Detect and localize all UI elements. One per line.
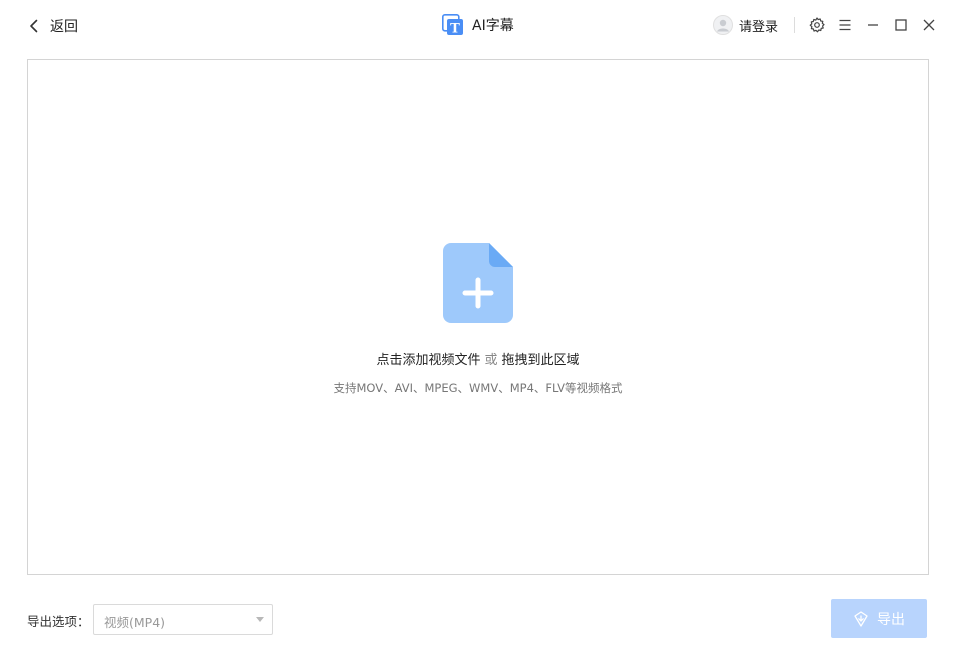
close-icon: [923, 19, 935, 31]
export-format-select[interactable]: 视频(MP4): [93, 604, 273, 635]
export-format-value: 视频(MP4): [104, 615, 166, 630]
settings-button[interactable]: [809, 17, 825, 33]
chevron-left-icon: [30, 19, 38, 33]
login-label: 请登录: [738, 19, 778, 35]
chevron-down-icon: [256, 617, 264, 622]
svg-text:T: T: [450, 22, 460, 37]
drop-hint: 点击添加视频文件或拖拽到此区域: [28, 349, 928, 368]
export-button[interactable]: 导出: [831, 599, 927, 638]
user-avatar-icon: [712, 15, 733, 35]
export-button-label: 导出: [877, 611, 905, 628]
close-button[interactable]: [921, 17, 937, 33]
window-controls: 请登录: [712, 12, 958, 38]
gear-icon: [809, 17, 825, 33]
supported-formats-text: 支持MOV、AVI、MPEG、WMV、MP4、FLV等视频格式: [333, 381, 623, 395]
minimize-button[interactable]: [865, 17, 881, 33]
maximize-icon: [895, 19, 907, 31]
app-title: T AI字幕: [442, 13, 514, 37]
minimize-icon: [868, 24, 878, 26]
menu-icon: [839, 19, 851, 31]
export-options-label: 导出选项：: [27, 614, 90, 629]
or-text: 或: [484, 353, 498, 368]
app-title-text: AI字幕: [472, 18, 514, 34]
export-icon: [854, 610, 868, 627]
click-add-text: 点击添加视频文件: [376, 353, 481, 368]
subtitle-logo-icon: T: [442, 14, 463, 37]
login-button[interactable]: 请登录: [712, 15, 778, 35]
drag-here-text: 拖拽到此区域: [501, 353, 580, 368]
back-label: 返回: [50, 19, 78, 35]
maximize-button[interactable]: [893, 17, 909, 33]
menu-button[interactable]: [837, 17, 853, 33]
divider: [794, 17, 795, 33]
file-drop-zone[interactable]: 点击添加视频文件或拖拽到此区域 支持MOV、AVI、MPEG、WMV、MP4、F…: [27, 59, 929, 575]
back-button[interactable]: 返回: [26, 14, 78, 38]
title-bar: 返回 T AI字幕 请登录: [0, 0, 958, 50]
add-file-icon: [443, 243, 513, 323]
